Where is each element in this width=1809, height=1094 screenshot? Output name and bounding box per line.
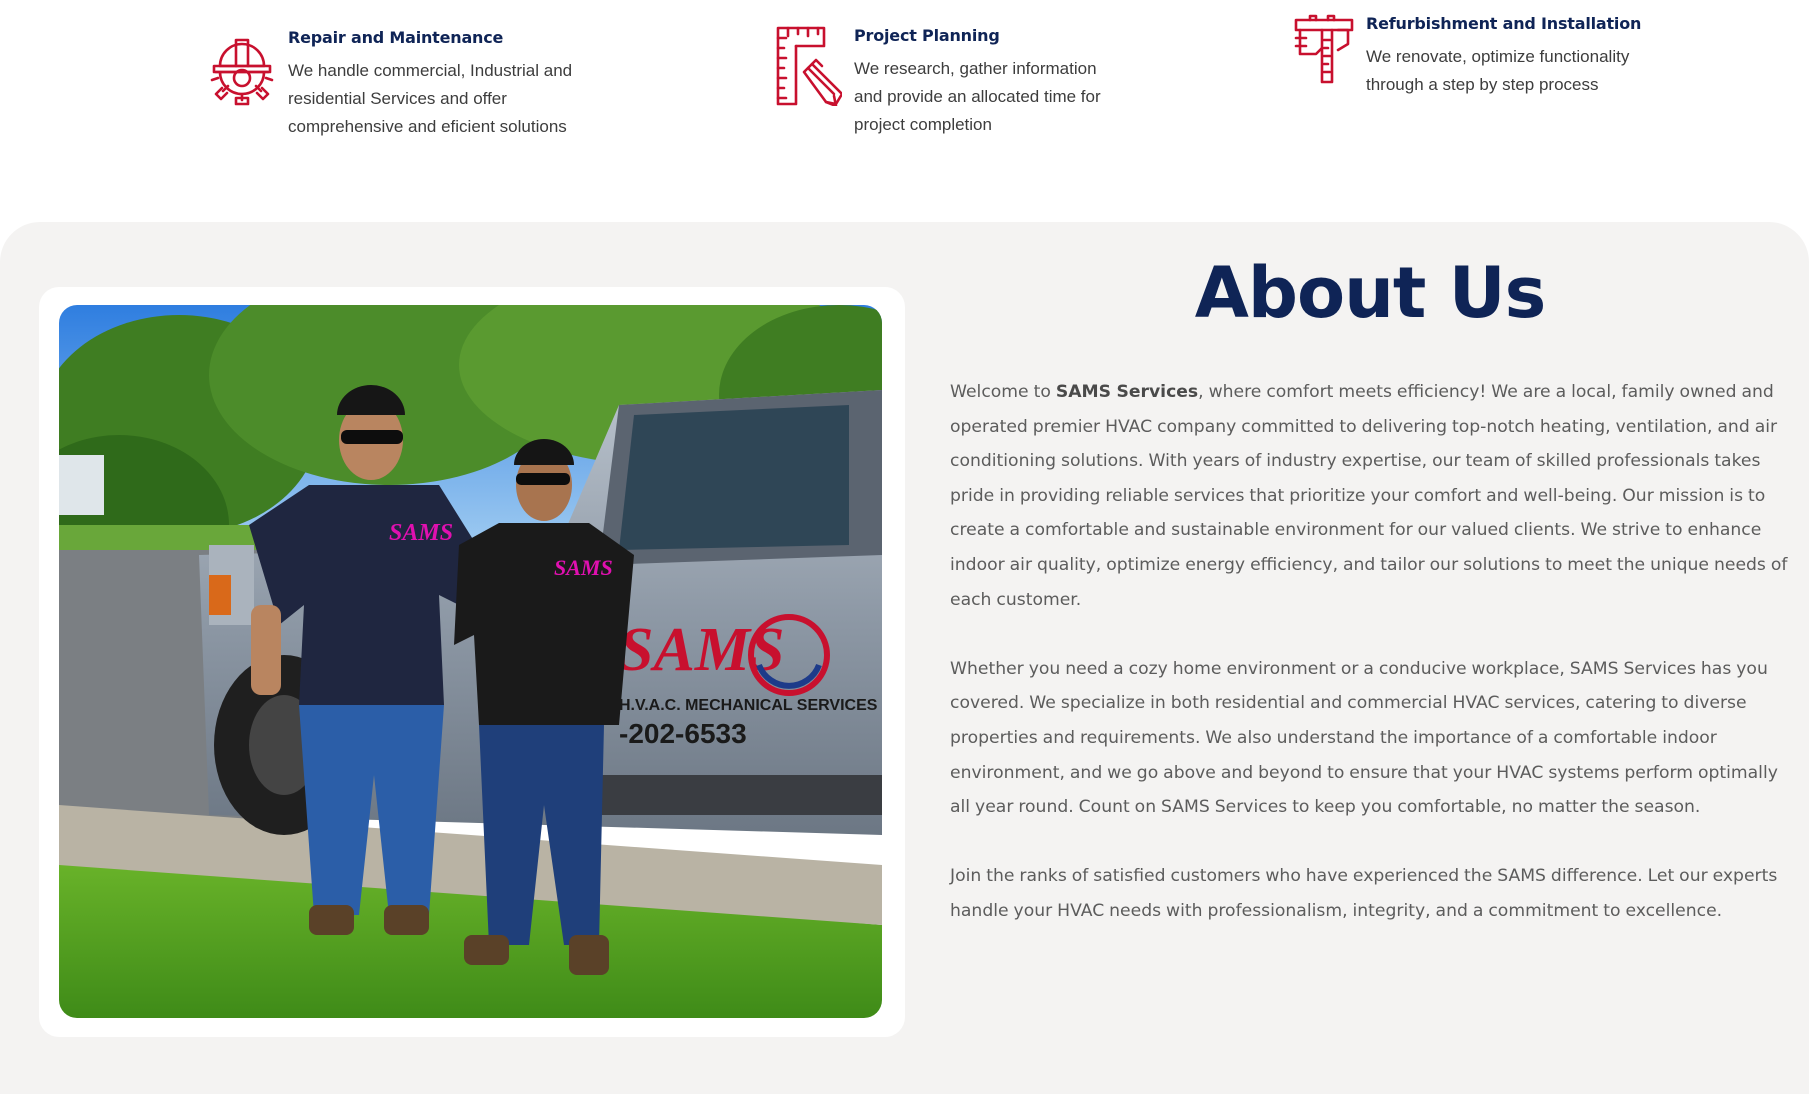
shirt-logo-left: SAMS [389, 520, 453, 546]
feature-description: We renovate, optimize functionality thro… [1366, 47, 1630, 94]
feature-title: Project Planning [854, 26, 1000, 45]
feature-project-planning: Project Planning We research, gather inf… [774, 26, 1124, 139]
brand-name: SAMS Services [1055, 382, 1199, 402]
paragraph-text: Welcome to [950, 382, 1056, 402]
paragraph-text: , where comfort meets efficiency! We are… [950, 382, 1788, 610]
about-paragraph-2: Whether you need a cozy home environment… [950, 658, 1778, 818]
about-paragraph-3: Join the ranks of satisfied customers wh… [950, 866, 1778, 921]
truck-phone-text: -202-6533 [619, 718, 747, 749]
feature-refurbishment-installation: Refurbishment and Installation We renova… [1294, 14, 1646, 122]
ruler-pencil-icon [774, 26, 844, 108]
about-section: SAMS H.V.A.C. MECHANICAL SERVICES -202-6… [0, 222, 1809, 1094]
about-title: About Us [1194, 252, 1547, 334]
about-body: Welcome to SAMS Services, where comfort … [950, 375, 1795, 963]
hard-hat-gear-icon [208, 28, 276, 108]
feature-description: We handle commercial, Industrial and res… [288, 61, 573, 136]
team-truck-photo: SAMS H.V.A.C. MECHANICAL SERVICES -202-6… [59, 305, 882, 1018]
shirt-logo-right: SAMS [554, 555, 613, 580]
feature-title: Refurbishment and Installation [1366, 14, 1642, 33]
truck-logo-text: SAMS [619, 616, 784, 684]
feature-description: We research, gather information and prov… [854, 59, 1101, 134]
caliper-icon [1294, 14, 1354, 84]
photo-card: SAMS H.V.A.C. MECHANICAL SERVICES -202-6… [39, 287, 905, 1037]
truck-subtitle-text: H.V.A.C. MECHANICAL SERVICES [619, 697, 878, 714]
feature-title: Repair and Maintenance [288, 28, 504, 47]
about-paragraph-1: Welcome to SAMS Services, where comfort … [950, 375, 1795, 617]
feature-repair-maintenance: Repair and Maintenance We handle commerc… [208, 28, 588, 141]
